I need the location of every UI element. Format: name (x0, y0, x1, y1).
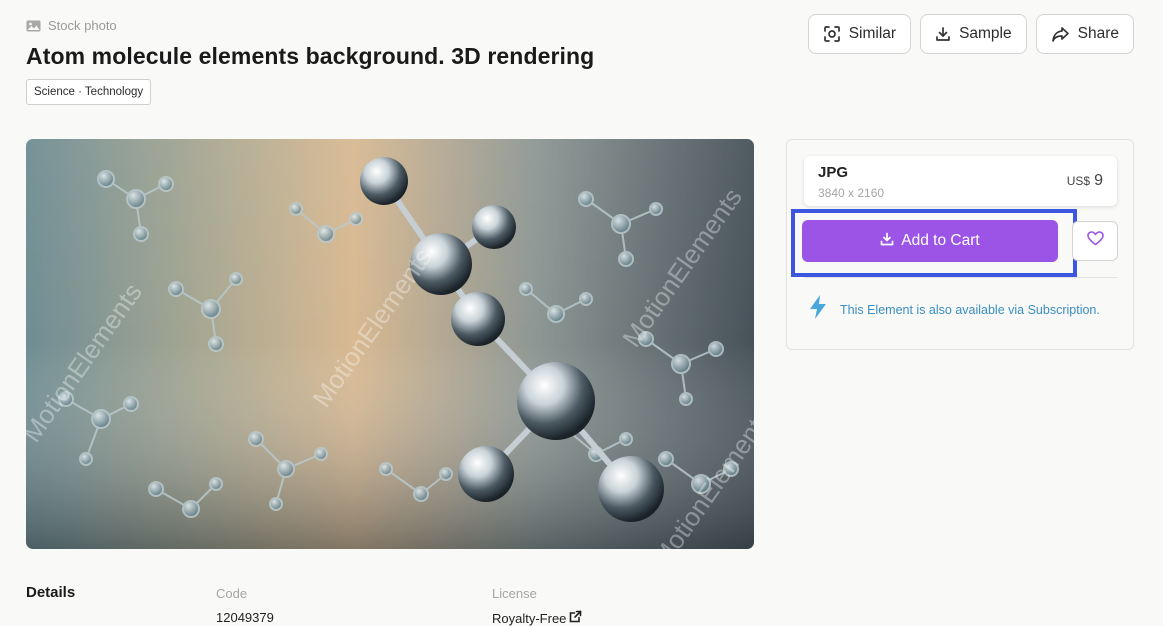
purchase-panel: JPG 3840 x 2160 US$ 9 Add to Cart This E… (786, 139, 1134, 350)
breadcrumb-label[interactable]: Stock photo (48, 18, 117, 33)
favorite-button[interactable] (1072, 221, 1118, 261)
download-icon (880, 232, 894, 251)
code-value: 12049379 (216, 610, 274, 625)
license-label: License (492, 586, 537, 601)
share-label: Share (1077, 25, 1119, 42)
subscription-link[interactable]: This Element is also available via Subsc… (840, 303, 1100, 317)
details-heading: Details (26, 584, 76, 601)
similar-button[interactable]: Similar (807, 14, 912, 54)
page-title: Atom molecule elements background. 3D re… (26, 43, 595, 69)
format-label: JPG (818, 164, 849, 181)
share-icon (1051, 26, 1070, 43)
license-text: Royalty-Free (492, 610, 567, 626)
format-option[interactable]: JPG 3840 x 2160 US$ 9 (804, 156, 1117, 206)
preview-image[interactable]: MotionElements MotionElements MotionElem… (26, 139, 754, 549)
divider (804, 277, 1117, 278)
lightning-icon (808, 294, 828, 325)
subscription-note: This Element is also available via Subsc… (808, 294, 1100, 325)
heart-icon (1086, 231, 1104, 251)
price: US$ 9 (1067, 172, 1103, 190)
download-icon (935, 26, 951, 42)
similar-label: Similar (848, 25, 897, 42)
similar-icon (823, 25, 841, 43)
external-link-icon (569, 610, 582, 626)
image-icon (26, 20, 41, 32)
sample-button[interactable]: Sample (920, 14, 1027, 54)
share-button[interactable]: Share (1035, 14, 1134, 54)
add-to-cart-button[interactable]: Add to Cart (802, 220, 1058, 262)
code-text: 12049379 (216, 610, 274, 625)
action-bar: Similar Sample Share (807, 14, 1134, 54)
sample-label: Sample (959, 25, 1012, 42)
code-label: Code (216, 586, 248, 601)
license-link[interactable]: Royalty-Free (492, 610, 582, 626)
price-value: 9 (1094, 172, 1103, 189)
add-to-cart-label: Add to Cart (901, 232, 980, 249)
breadcrumb: Stock photo (26, 18, 117, 33)
currency-label: US$ (1066, 174, 1091, 188)
category-tag[interactable]: Science · Technology (26, 79, 152, 105)
resolution-label: 3840 x 2160 (818, 186, 885, 200)
